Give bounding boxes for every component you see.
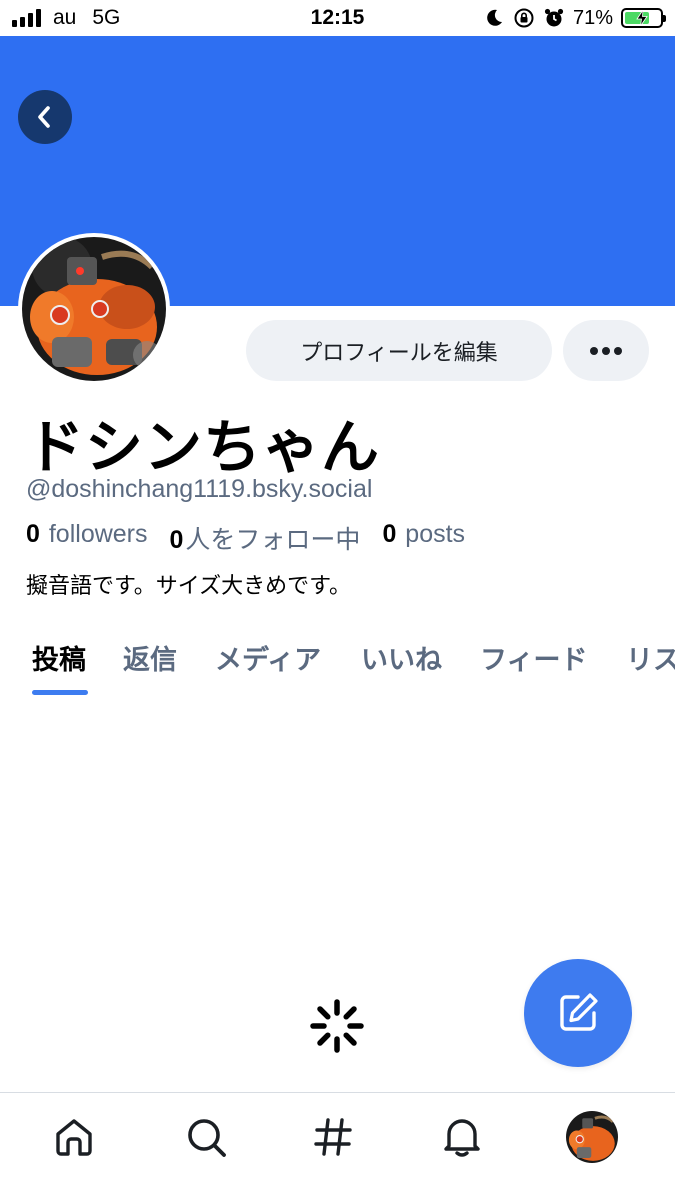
compose-button[interactable] — [524, 959, 632, 1067]
posts-stat: 0 posts — [382, 520, 465, 556]
following-label: 人をフォロー中 — [185, 526, 361, 554]
following-count: 0 — [169, 526, 184, 554]
hashtag-icon — [314, 1118, 352, 1156]
nav-profile[interactable] — [566, 1111, 618, 1163]
avatar-image — [22, 237, 166, 381]
followers-label: followers — [48, 520, 148, 548]
search-icon — [188, 1119, 226, 1157]
tab-lists[interactable]: リスト — [626, 638, 675, 677]
profile-avatar[interactable] — [18, 233, 170, 385]
nav-search[interactable] — [180, 1111, 232, 1163]
tab-media[interactable]: メディア — [215, 638, 321, 677]
status-bar: au 5G 12:15 71% — [0, 0, 675, 36]
profile-stats: 0 followers 0人をフォロー中 0 posts — [26, 520, 465, 556]
nav-notifications[interactable] — [436, 1111, 488, 1163]
loading-spinner-icon — [309, 998, 365, 1054]
bell-icon — [444, 1119, 480, 1157]
profile-handle: @doshinchang1119.bsky.social — [26, 475, 373, 503]
alarm-icon — [543, 7, 565, 29]
charging-bolt-icon — [623, 8, 661, 28]
bottom-navigation — [0, 1092, 675, 1200]
ellipsis-icon — [590, 346, 622, 355]
moon-icon — [483, 7, 505, 29]
tab-replies[interactable]: 返信 — [123, 638, 177, 677]
followers-stat[interactable]: 0 followers — [26, 520, 148, 556]
display-name: ドシンちゃん — [26, 415, 381, 480]
followers-count: 0 — [26, 520, 40, 548]
nav-home[interactable] — [48, 1111, 100, 1163]
posts-label: posts — [405, 520, 466, 548]
compose-icon — [560, 993, 598, 1031]
chevron-left-icon — [38, 106, 50, 128]
tab-feeds[interactable]: フィード — [480, 638, 587, 677]
posts-count: 0 — [382, 520, 397, 548]
rotation-lock-icon — [513, 7, 535, 29]
following-stat[interactable]: 0人をフォロー中 — [170, 520, 361, 556]
tab-posts[interactable]: 投稿 — [32, 638, 86, 677]
profile-avatar-small — [566, 1111, 618, 1163]
battery-percent: 71% — [572, 6, 613, 29]
profile-bio: 擬音語です。サイズ大きめです。 — [26, 573, 351, 598]
tab-likes[interactable]: いいね — [361, 638, 442, 677]
more-options-button[interactable] — [563, 320, 649, 381]
battery-charging-icon — [621, 8, 666, 28]
edit-profile-button[interactable]: プロフィールを編集 — [246, 320, 552, 381]
nav-feeds[interactable] — [307, 1111, 359, 1163]
profile-tabs: 投稿 返信 メディア いいね フィード リスト — [0, 630, 675, 696]
back-button[interactable] — [18, 90, 72, 144]
active-tab-indicator — [32, 690, 88, 695]
status-bar-right: 71% — [483, 6, 666, 30]
home-icon — [56, 1119, 92, 1156]
